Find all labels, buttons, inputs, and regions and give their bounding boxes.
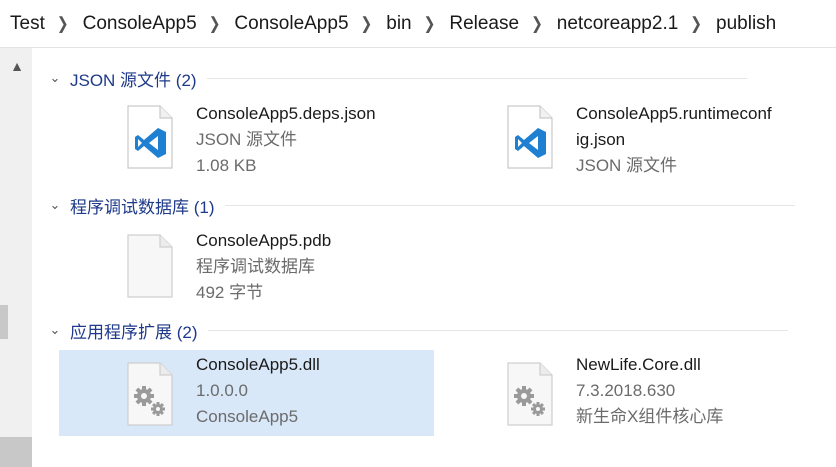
file-type: 程序调试数据库 — [196, 257, 315, 276]
file-name: ConsoleApp5.dll — [196, 355, 320, 374]
file-item-deps-json[interactable]: ConsoleApp5.deps.json JSON 源文件 1.08 KB — [120, 95, 480, 181]
file-version: 7.3.2018.630 — [576, 381, 676, 400]
scrollbar-thumb[interactable] — [0, 305, 8, 339]
vscode-json-file-icon — [506, 105, 554, 174]
file-size: 1.08 KB — [196, 156, 257, 175]
chevron-right-icon[interactable]: ❯ — [361, 13, 373, 33]
group-divider — [207, 329, 788, 331]
file-size: 492 字节 — [196, 283, 264, 302]
scrollbar[interactable]: ▲ — [0, 48, 32, 467]
breadcrumb-item-release[interactable]: Release — [449, 13, 519, 35]
file-version: 1.0.0.0 — [196, 381, 248, 400]
breadcrumb-item-consoleapp5[interactable]: ConsoleApp5 — [83, 13, 197, 35]
dll-gear-file-icon — [126, 362, 174, 431]
group-header-dll[interactable]: ⌄ 应用程序扩展 (2) — [48, 317, 788, 343]
chevron-down-icon[interactable]: ⌄ — [48, 70, 62, 85]
dll-gear-file-icon — [506, 362, 554, 431]
blank-file-icon — [126, 234, 174, 303]
group-title: 应用程序扩展 (2) — [70, 322, 198, 342]
file-name: ConsoleApp5.runtimeconf — [576, 104, 772, 123]
chevron-right-icon[interactable]: ❯ — [424, 13, 436, 33]
file-name: ConsoleApp5.deps.json — [196, 104, 376, 123]
file-description: ConsoleApp5 — [196, 407, 299, 426]
group-header-json[interactable]: ⌄ JSON 源文件 (2) — [48, 65, 747, 91]
breadcrumb-item-publish[interactable]: publish — [716, 13, 776, 35]
group-title: 程序调试数据库 (1) — [70, 197, 215, 217]
group-divider — [224, 204, 795, 206]
file-item-consoleapp5-dll[interactable]: ConsoleApp5.dll 1.0.0.0 ConsoleApp5 — [59, 350, 434, 436]
file-name: NewLife.Core.dll — [576, 355, 701, 374]
chevron-right-icon[interactable]: ❯ — [531, 13, 543, 33]
file-description: 新生命X组件核心库 — [576, 407, 724, 426]
scrollbar-track-segment[interactable] — [0, 437, 32, 467]
file-type: JSON 源文件 — [576, 156, 678, 175]
file-name-continued: ig.json — [576, 130, 626, 149]
group-title: JSON 源文件 (2) — [70, 70, 197, 90]
breadcrumb-item-netcoreapp[interactable]: netcoreapp2.1 — [557, 13, 679, 35]
chevron-right-icon[interactable]: ❯ — [690, 13, 702, 33]
chevron-right-icon[interactable]: ❯ — [57, 13, 69, 33]
breadcrumb: Test ❯ ConsoleApp5 ❯ ConsoleApp5 ❯ bin ❯… — [0, 0, 836, 48]
file-type: JSON 源文件 — [196, 130, 298, 149]
scroll-up-icon[interactable]: ▲ — [8, 58, 26, 74]
breadcrumb-item-test[interactable]: Test — [10, 13, 45, 35]
group-header-pdb[interactable]: ⌄ 程序调试数据库 (1) — [48, 192, 795, 218]
file-name: ConsoleApp5.pdb — [196, 231, 332, 250]
file-item-newlife-core-dll[interactable]: NewLife.Core.dll 7.3.2018.630 新生命X组件核心库 — [500, 350, 830, 436]
vscode-json-file-icon — [126, 105, 174, 174]
file-item-pdb[interactable]: ConsoleApp5.pdb 程序调试数据库 492 字节 — [120, 222, 480, 308]
group-divider — [206, 77, 747, 79]
file-item-runtimeconfig-json[interactable]: ConsoleApp5.runtimeconf ig.json JSON 源文件 — [500, 95, 830, 181]
breadcrumb-item-bin[interactable]: bin — [386, 13, 411, 35]
breadcrumb-item-consoleapp5-project[interactable]: ConsoleApp5 — [234, 13, 348, 35]
chevron-down-icon[interactable]: ⌄ — [48, 197, 62, 212]
chevron-down-icon[interactable]: ⌄ — [48, 322, 62, 337]
chevron-right-icon[interactable]: ❯ — [209, 13, 221, 33]
